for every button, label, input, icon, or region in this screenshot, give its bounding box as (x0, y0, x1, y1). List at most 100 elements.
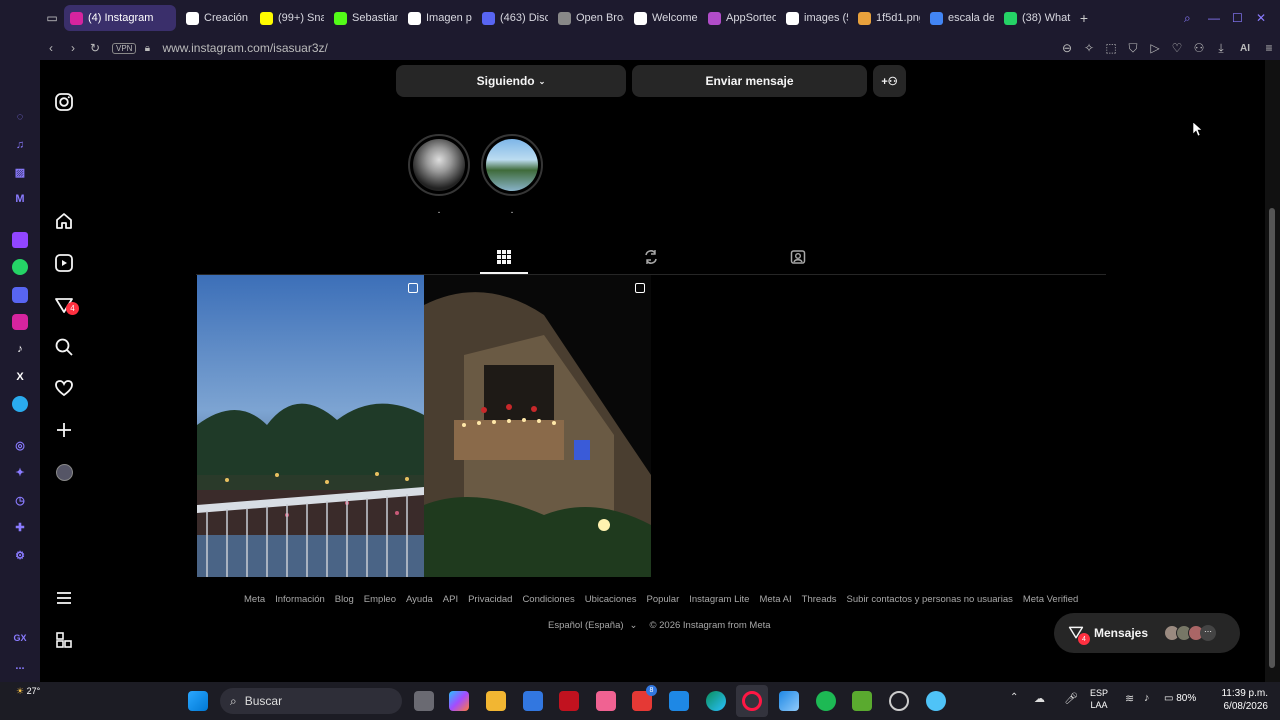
instagram-icon[interactable] (12, 314, 28, 330)
crypto-icon[interactable]: ▨ (12, 164, 28, 180)
opera-gx-icon[interactable] (742, 691, 762, 711)
copilot-icon[interactable] (449, 691, 469, 711)
tab-2[interactable]: (99+) Sna (254, 5, 324, 31)
clock[interactable]: 11:39 p.m. 6/08/2026 (1212, 687, 1268, 713)
maximize-icon[interactable]: ☐ (1232, 11, 1256, 25)
heart-icon[interactable]: ♡ (1166, 41, 1188, 55)
microphone-icon[interactable]: 🎤︎ (1064, 692, 1078, 705)
reels-icon[interactable] (54, 253, 74, 273)
tab-8[interactable]: AppSorteo (702, 5, 776, 31)
app-icon-2[interactable] (926, 691, 946, 711)
pin-page-icon[interactable]: ✧ (1078, 41, 1100, 55)
reload-icon[interactable]: ↻ (84, 41, 106, 55)
zoom-icon[interactable]: ⊖ (1056, 41, 1078, 55)
tagged-icon[interactable] (790, 249, 806, 265)
footer-link[interactable]: Privacidad (468, 594, 512, 605)
tiktok-icon[interactable]: ♪ (12, 341, 28, 357)
snapshot-icon[interactable]: ⬚ (1100, 41, 1122, 55)
settings-icon[interactable]: ⚙ (12, 547, 28, 563)
edge-icon[interactable] (706, 691, 726, 711)
profile-avatar[interactable] (56, 464, 73, 481)
url-field[interactable]: www.instagram.com/isasuar3z/ (162, 41, 327, 55)
posts-grid-icon[interactable] (496, 249, 512, 265)
tab-7[interactable]: Welcome (628, 5, 698, 31)
footer-link[interactable]: Meta (244, 594, 265, 605)
minimize-icon[interactable]: — (1208, 11, 1232, 25)
footer-link[interactable]: Popular (646, 594, 679, 605)
heart-icon[interactable] (54, 378, 74, 398)
file-explorer-icon[interactable] (486, 691, 506, 711)
pin-icon[interactable]: ✦ (12, 464, 28, 480)
language-select[interactable]: Español (España) (548, 620, 624, 631)
footer-link[interactable]: Información (275, 594, 325, 605)
footer-link[interactable]: Meta Verified (1023, 594, 1078, 605)
messenger-icon[interactable]: M (12, 191, 28, 207)
footer-link[interactable]: Blog (335, 594, 354, 605)
weather-widget[interactable]: ☀︎ 27° (16, 686, 40, 697)
footer-link[interactable]: Empleo (364, 594, 396, 605)
more-icon[interactable]: ... (12, 658, 28, 674)
tab-9[interactable]: images (5 (780, 5, 848, 31)
footer-link[interactable]: Subir contactos y personas no usuarias (847, 594, 1013, 605)
outlook-icon[interactable] (669, 691, 689, 711)
highlight-1[interactable] (408, 134, 470, 196)
also-from-meta-icon[interactable] (54, 630, 74, 650)
search-icon[interactable] (54, 337, 74, 357)
mcafee-icon[interactable] (559, 691, 579, 711)
play-icon[interactable]: ▷ (1144, 41, 1166, 55)
more-menu-icon[interactable] (54, 588, 74, 608)
x-icon[interactable]: X (12, 369, 28, 385)
tab-5[interactable]: (463) Disc (476, 5, 548, 31)
add-user-icon[interactable]: +⚇ (873, 65, 906, 97)
battery-indicator[interactable]: ▭ 80% (1164, 693, 1196, 704)
new-tab-button[interactable]: + (1074, 10, 1094, 26)
messages-float-button[interactable]: 4 Mensajes ⋯ (1054, 613, 1240, 653)
download-icon[interactable]: ⤓ (1210, 41, 1232, 56)
shield-icon[interactable]: ⛉ (1122, 41, 1144, 56)
highlight-2[interactable] (481, 134, 543, 196)
footer-link[interactable]: Ayuda (406, 594, 433, 605)
taskbar-search[interactable]: ⌕ Buscar (220, 688, 402, 714)
history-icon[interactable]: ◷ (12, 492, 28, 508)
start-icon[interactable] (188, 691, 208, 711)
discord-icon[interactable] (12, 287, 28, 303)
back-icon[interactable]: ‹ (40, 41, 62, 55)
instagram-logo-icon[interactable] (54, 92, 74, 112)
tab-11[interactable]: escala de (924, 5, 994, 31)
tab-1[interactable]: Creación c (180, 5, 250, 31)
tab-menu-icon[interactable]: ▭ (40, 8, 64, 28)
gx-label[interactable]: GX (12, 630, 28, 646)
ai-button[interactable]: AI (1232, 43, 1258, 54)
home-icon[interactable] (54, 211, 74, 231)
app-icon[interactable] (596, 691, 616, 711)
twitch-icon[interactable] (12, 232, 28, 248)
tab-4[interactable]: Imagen pa (402, 5, 472, 31)
aria-icon[interactable]: ◌ (12, 109, 28, 125)
store-icon[interactable] (523, 691, 543, 711)
search-icon[interactable]: ⌕ (1184, 11, 1208, 26)
footer-link[interactable]: Condiciones (522, 594, 574, 605)
footer-link[interactable]: API (443, 594, 458, 605)
task-view-icon[interactable] (414, 691, 434, 711)
tab-10[interactable]: 1f5d1.png (852, 5, 920, 31)
post-tile-1[interactable] (197, 275, 424, 577)
send-message-button[interactable]: Enviar mensaje (632, 65, 867, 97)
create-icon[interactable] (54, 420, 74, 440)
footer-link[interactable]: Instagram Lite (689, 594, 749, 605)
spotify-icon[interactable] (816, 691, 836, 711)
tab-3[interactable]: Sebastian (328, 5, 398, 31)
vpn-badge[interactable]: VPN (112, 42, 137, 54)
close-icon[interactable]: ✕ (1256, 11, 1280, 25)
minecraft-icon[interactable] (852, 691, 872, 711)
photos-icon[interactable] (779, 691, 799, 711)
music-icon[interactable]: ♫ (12, 137, 28, 153)
language-indicator[interactable]: ESP LAA (1090, 687, 1108, 711)
reposts-icon[interactable] (643, 249, 659, 265)
following-button[interactable]: Siguiendo ⌄ (396, 65, 626, 97)
scrollbar-thumb[interactable] (1269, 208, 1275, 668)
tab-12[interactable]: (38) What (998, 5, 1074, 31)
footer-link[interactable]: Meta AI (759, 594, 791, 605)
volume-icon[interactable]: ♪ (1144, 692, 1150, 704)
footer-link[interactable]: Threads (802, 594, 837, 605)
telegram-icon[interactable] (12, 396, 28, 412)
